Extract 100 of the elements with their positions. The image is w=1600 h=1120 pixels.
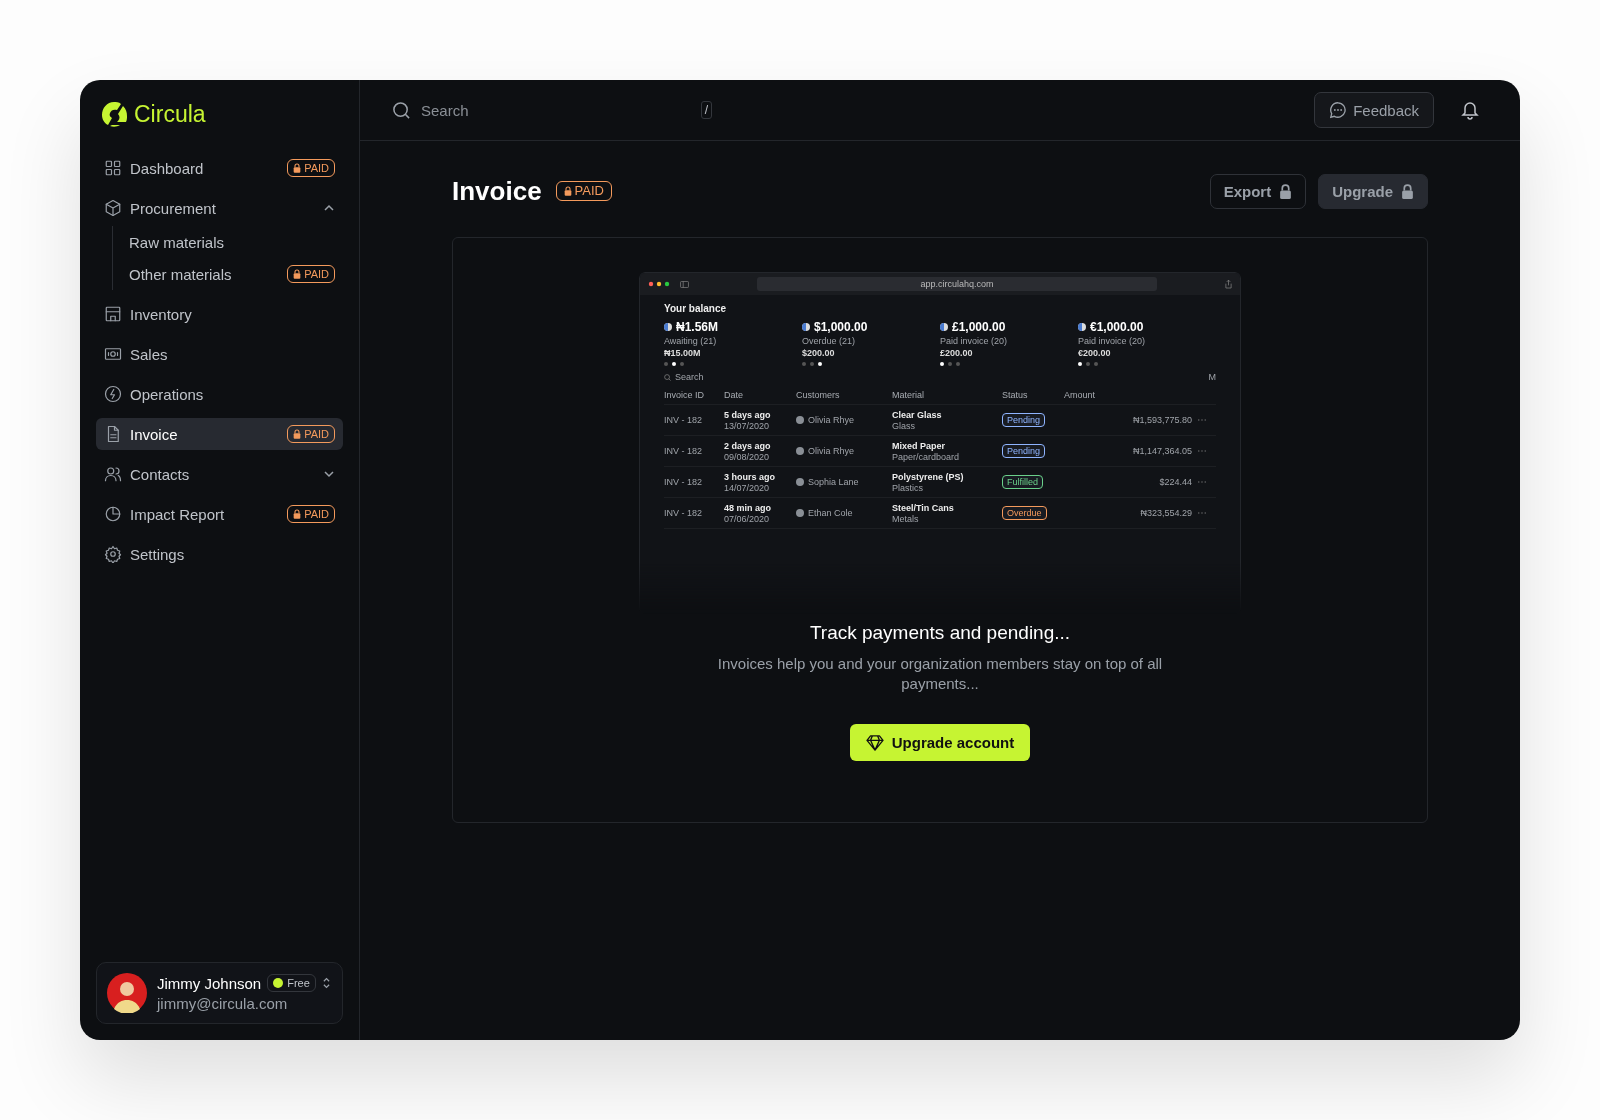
balance-amount: £1,000.00 [952,320,1006,334]
page-dot[interactable] [940,362,944,366]
balance-amount: $1,000.00 [814,320,868,334]
people-icon [104,465,122,483]
flag-icon [802,323,810,331]
flag-icon [1078,323,1086,331]
column-header[interactable]: Material [892,390,1002,400]
nav-subitem[interactable]: Raw materials [129,226,343,258]
page-dot[interactable] [1094,362,1098,366]
avatar [796,447,804,455]
nav-item[interactable]: Procurement [96,192,343,224]
balance-subamount: £200.00 [940,348,974,358]
nav-item[interactable]: Contacts [96,458,343,490]
nav-subitem[interactable]: Other materials PAID [129,258,343,290]
status-badge: Pending [1002,413,1046,427]
amount-cell-text: ₦323,554.29 [1139,508,1193,518]
balance-caption: Paid invoice (20) [940,336,1009,346]
window-controls-icon [648,281,672,287]
page-dot[interactable] [1086,362,1090,366]
page-dot[interactable] [948,362,952,366]
empty-state-heading: Track payments and pending... [809,622,1071,644]
lock-icon [563,186,572,196]
page-dot[interactable] [680,362,684,366]
page-dot[interactable] [664,362,668,366]
date-text: 09/08/2020 [724,451,771,462]
nav-item[interactable]: Sales [96,338,343,370]
page-dot[interactable] [810,362,814,366]
avatar [796,509,804,517]
lock-icon [293,163,302,173]
nav-item[interactable]: Operations [96,378,343,410]
flag-icon [664,323,672,331]
action-button[interactable]: Upgrade [1318,173,1428,209]
column-header[interactable]: Date [724,390,796,400]
material-name: Polystyrene (PS) [892,471,965,482]
user-email: jimmy@circula.com [157,995,289,1012]
page-dot[interactable] [818,362,822,366]
material-name: Steel/Tin Cans [892,502,955,513]
material-category: Metals [892,513,920,524]
column-header[interactable]: Amount [1064,390,1198,400]
user-name: Jimmy Johnson [157,974,262,992]
relative-time: 3 hours ago [724,471,776,482]
action-button[interactable]: Export [1209,173,1307,209]
paid-badge: PAID [287,505,335,523]
material-name: Mixed Paper [892,440,947,451]
nav-item[interactable]: Inventory [96,298,343,330]
search-field[interactable]: Search M [664,372,1216,382]
table-cell-text: INV - 182 [664,446,704,456]
customer-name: Olivia Rhye [808,415,854,425]
paid-badge: PAID [555,181,612,201]
column-header[interactable]: Customers [796,390,892,400]
balance-subamount: $200.00 [802,348,836,358]
page-dot[interactable] [672,362,676,366]
customer-name: Sophia Lane [808,477,859,487]
box-icon [104,199,122,217]
chat-bubble-icon [1329,101,1348,119]
relative-time: 2 days ago [724,440,772,451]
column-header[interactable]: Status [1002,390,1064,400]
lock-icon [293,509,302,519]
page-dot[interactable] [956,362,960,366]
balance-subamount: €200.00 [1078,348,1112,358]
status-badge: Pending [1002,444,1046,458]
user-card[interactable]: Jimmy Johnson Free jimmy@circula.com [96,962,343,1024]
amount-cell-text: ₦1,147,364.05 [1131,446,1193,456]
check-badge-icon [273,978,284,988]
search-field[interactable]: Search [419,100,693,120]
material-category: Glass [892,420,916,431]
lock-icon [1401,183,1414,199]
balance-caption: Overdue (21) [802,336,857,346]
table-cell-text: INV - 182 [664,508,704,518]
nav-item[interactable]: Impact Report PAID [96,498,343,530]
upgrade-account-button[interactable]: Upgrade account [849,724,1031,761]
balance-amount: ₦1.56M [676,320,719,334]
balance-amount: €1,000.00 [1090,320,1144,334]
search-icon [392,100,411,120]
plan-badge: Free [267,974,316,992]
settings-icon [104,545,122,563]
notification-bell-icon[interactable] [1460,100,1480,120]
logo-icon [100,100,128,128]
nav-item[interactable]: Dashboard PAID [96,152,343,184]
lock-icon [293,269,302,279]
page-dot[interactable] [802,362,806,366]
date-text: 13/07/2020 [724,420,771,431]
search-icon [664,373,671,381]
avatar [107,973,147,1013]
date-text: 07/06/2020 [724,513,771,524]
share-icon [1225,279,1232,289]
table-cell-text: INV - 182 [664,415,704,425]
column-header[interactable]: Invoice ID [664,390,724,400]
grid-icon [104,159,122,177]
table-cell-text: INV - 182 [664,477,704,487]
address-bar: app.circulahq.com [757,277,1157,291]
nav-item[interactable]: Invoice PAID [96,418,343,450]
nav-item[interactable]: Settings [96,538,343,570]
lock-icon [1279,183,1293,199]
sidebar-toggle-icon [680,280,689,288]
amount-cell-text: ₦1,593,775.80 [1131,415,1193,425]
brand-name: Circula [134,100,206,128]
feedback-button[interactable]: Feedback [1314,92,1434,128]
store-icon [104,305,122,323]
page-dot[interactable] [1078,362,1082,366]
